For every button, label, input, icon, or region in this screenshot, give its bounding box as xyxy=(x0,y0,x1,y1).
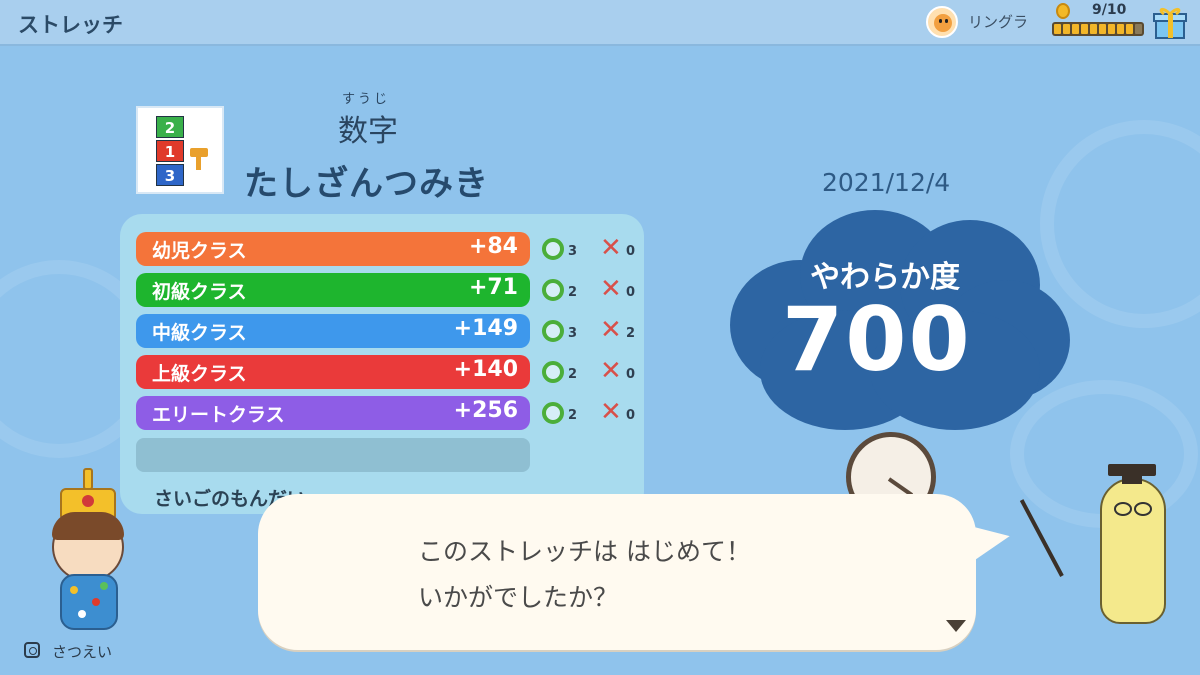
category-title: 数字 xyxy=(338,114,398,149)
user-name: リングラ xyxy=(968,13,1029,31)
wrong-count: 0 xyxy=(626,408,636,423)
exercise-name: たしざんつみき xyxy=(244,164,489,204)
class-row: 上級クラス +140 2 ✕ 0 xyxy=(136,355,646,389)
result-date: 2021/12/4 xyxy=(822,168,951,197)
correct-count: 3 xyxy=(568,326,578,341)
class-label: 中級クラス xyxy=(152,322,247,344)
class-row: エリートクラス +256 2 ✕ 0 xyxy=(136,396,646,430)
wrong-count: 0 xyxy=(626,367,636,382)
class-row: 幼児クラス +84 3 ✕ 0 xyxy=(136,232,646,266)
flexibility-value: 700 xyxy=(782,288,972,391)
class-score: +71 xyxy=(468,275,518,300)
capture-label: さつえい xyxy=(52,643,113,661)
number-block: 2 xyxy=(156,116,184,138)
dialog-box[interactable]: このストレッチは はじめて！ いかがでしたか？ xyxy=(258,494,976,650)
correct-icon xyxy=(542,320,564,342)
class-row: 中級クラス +149 3 ✕ 2 xyxy=(136,314,646,348)
user-avatar[interactable] xyxy=(926,6,958,38)
capture-button-icon[interactable] xyxy=(24,642,40,658)
results-panel: 幼児クラス +84 3 ✕ 0 初級クラス +71 2 ✕ 0 中級クラス +1… xyxy=(120,214,644,514)
number-block: 3 xyxy=(156,164,184,186)
stamina-count: 9/10 xyxy=(1092,2,1127,18)
wrong-icon: ✕ xyxy=(600,315,622,345)
class-score: +140 xyxy=(453,357,518,382)
correct-icon xyxy=(542,238,564,260)
class-bar: 初級クラス +71 xyxy=(136,273,530,307)
class-label: 幼児クラス xyxy=(152,240,247,262)
next-arrow-icon[interactable] xyxy=(946,620,966,632)
correct-icon xyxy=(542,402,564,424)
wrong-icon: ✕ xyxy=(600,233,622,263)
exercise-icon: 2 1 3 xyxy=(136,106,224,194)
class-bar: エリートクラス +256 xyxy=(136,396,530,430)
number-block: 1 xyxy=(156,140,184,162)
wrong-icon: ✕ xyxy=(600,356,622,386)
correct-icon xyxy=(542,361,564,383)
stamina-bar xyxy=(1052,22,1144,36)
wrong-icon: ✕ xyxy=(600,397,622,427)
coin-icon xyxy=(1056,3,1070,19)
class-bar: 上級クラス +140 xyxy=(136,355,530,389)
correct-count: 2 xyxy=(568,408,578,423)
class-score: +256 xyxy=(453,398,518,423)
wrong-icon: ✕ xyxy=(600,274,622,304)
class-label: 上級クラス xyxy=(152,363,247,385)
correct-icon xyxy=(542,279,564,301)
class-score: +84 xyxy=(468,234,518,259)
wrong-count: 0 xyxy=(626,285,636,300)
correct-count: 2 xyxy=(568,285,578,300)
class-bar: 幼児クラス +84 xyxy=(136,232,530,266)
class-bar: 中級クラス +149 xyxy=(136,314,530,348)
category-ruby: すうじ xyxy=(342,92,391,107)
class-row: 初級クラス +71 2 ✕ 0 xyxy=(136,273,646,307)
wrong-count: 2 xyxy=(626,326,636,341)
correct-count: 2 xyxy=(568,367,578,382)
screen-title: ストレッチ xyxy=(18,13,123,37)
correct-count: 3 xyxy=(568,244,578,259)
top-bar: ストレッチ リングラ 9/10 xyxy=(0,0,1200,46)
dialog-line: このストレッチは はじめて！ xyxy=(418,537,751,566)
wrong-count: 0 xyxy=(626,244,636,259)
class-label: エリートクラス xyxy=(152,404,285,426)
dialog-tail xyxy=(962,516,1014,564)
teacher-character xyxy=(1019,460,1192,630)
empty-class-row xyxy=(136,438,530,472)
class-label: 初級クラス xyxy=(152,281,247,303)
king-character xyxy=(46,468,130,636)
class-score: +149 xyxy=(453,316,518,341)
gift-icon[interactable] xyxy=(1152,4,1188,40)
dialog-line: いかがでしたか？ xyxy=(418,583,619,612)
